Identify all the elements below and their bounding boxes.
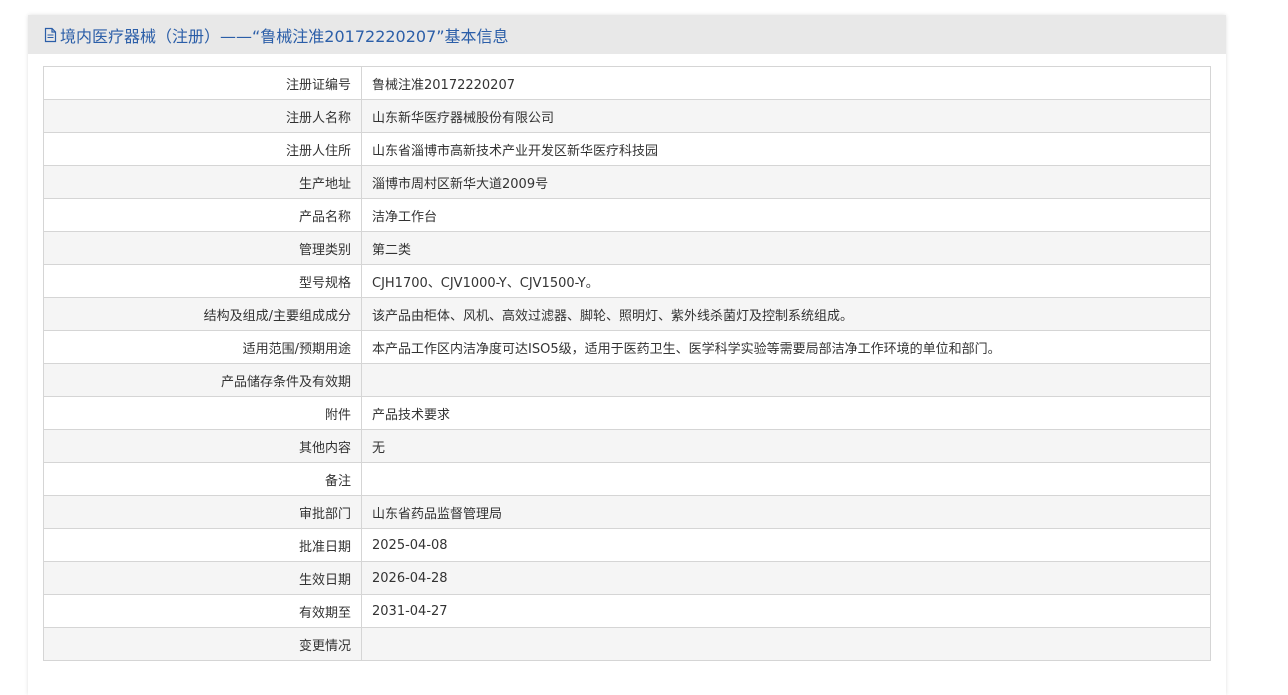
table-row: 结构及组成/主要组成成分 该产品由柜体、风机、高效过滤器、脚轮、照明灯、紫外线杀菌… — [43, 297, 1211, 331]
field-label: 管理类别 — [43, 231, 362, 265]
field-value: 本产品工作区内洁净度可达ISO5级，适用于医药卫生、医学科学实验等需要局部洁净工… — [361, 330, 1211, 364]
field-value — [361, 462, 1211, 496]
table-row: 生效日期 2026-04-28 — [43, 561, 1211, 595]
field-value: 2025-04-08 — [361, 528, 1211, 562]
table-row: 其他内容无 — [43, 429, 1211, 463]
field-value: 洁净工作台 — [361, 198, 1211, 232]
table-row: 注册人住所 山东省淄博市高新技术产业开发区新华医疗科技园 — [43, 132, 1211, 166]
field-value: 山东省淄博市高新技术产业开发区新华医疗科技园 — [361, 132, 1211, 166]
field-label: 批准日期 — [43, 528, 362, 562]
table-row: 产品名称 洁净工作台 — [43, 198, 1211, 232]
table-row: 注册证编号 鲁械注准20172220207 — [43, 66, 1211, 100]
field-value: 鲁械注准20172220207 — [361, 66, 1211, 100]
field-value: 2031-04-27 — [361, 594, 1211, 628]
field-value: 无 — [361, 429, 1211, 463]
table-row: 注册人名称 山东新华医疗器械股份有限公司 — [43, 99, 1211, 133]
field-label: 结构及组成/主要组成成分 — [43, 297, 362, 331]
field-label: 其他内容 — [43, 429, 362, 463]
table-row: 生产地址 淄博市周村区新华大道2009号 — [43, 165, 1211, 199]
panel-header: 境内医疗器械（注册）——“鲁械注准20172220207”基本信息 — [28, 15, 1226, 54]
field-value: 2026-04-28 — [361, 561, 1211, 595]
field-label: 注册证编号 — [43, 66, 362, 100]
field-value: 山东省药品监督管理局 — [361, 495, 1211, 529]
document-icon — [44, 27, 57, 42]
table-row: 审批部门 山东省药品监督管理局 — [43, 495, 1211, 529]
field-label: 生产地址 — [43, 165, 362, 199]
table-row: 批准日期 2025-04-08 — [43, 528, 1211, 562]
table-row: 附件 产品技术要求 — [43, 396, 1211, 430]
field-label: 适用范围/预期用途 — [43, 330, 362, 364]
table-row: 变更情况 — [43, 627, 1211, 661]
field-label: 有效期至 — [43, 594, 362, 628]
table-row: 产品储存条件及有效期 — [43, 363, 1211, 397]
field-label: 产品储存条件及有效期 — [43, 363, 362, 397]
field-label: 变更情况 — [43, 627, 362, 661]
field-value: CJH1700、CJV1000-Y、CJV1500-Y。 — [361, 264, 1211, 298]
table-row: 有效期至 2031-04-27 — [43, 594, 1211, 628]
device-info-panel: 境内医疗器械（注册）——“鲁械注准20172220207”基本信息 注册证编号鲁… — [28, 15, 1226, 695]
field-value: 第二类 — [361, 231, 1211, 265]
table-row: 管理类别 第二类 — [43, 231, 1211, 265]
table-row: 适用范围/预期用途 本产品工作区内洁净度可达ISO5级，适用于医药卫生、医学科学实… — [43, 330, 1211, 364]
field-value: 山东新华医疗器械股份有限公司 — [361, 99, 1211, 133]
field-label: 备注 — [43, 462, 362, 496]
field-value: 产品技术要求 — [361, 396, 1211, 430]
field-label: 生效日期 — [43, 561, 362, 595]
page-title: 境内医疗器械（注册）——“鲁械注准20172220207”基本信息 — [60, 26, 509, 46]
field-label: 型号规格 — [43, 264, 362, 298]
field-label: 注册人住所 — [43, 132, 362, 166]
field-value: 该产品由柜体、风机、高效过滤器、脚轮、照明灯、紫外线杀菌灯及控制系统组成。 — [361, 297, 1211, 331]
field-value — [361, 627, 1211, 661]
table-row: 型号规格 CJH1700、CJV1000-Y、CJV1500-Y。 — [43, 264, 1211, 298]
field-label: 审批部门 — [43, 495, 362, 529]
info-table: 注册证编号 鲁械注准20172220207 注册人名称 山东新华医疗器械股份有限公司注… — [43, 66, 1211, 661]
field-value — [361, 363, 1211, 397]
field-label: 附件 — [43, 396, 362, 430]
field-value: 淄博市周村区新华大道2009号 — [361, 165, 1211, 199]
field-label: 产品名称 — [43, 198, 362, 232]
field-label: 注册人名称 — [43, 99, 362, 133]
table-row: 备注 — [43, 462, 1211, 496]
